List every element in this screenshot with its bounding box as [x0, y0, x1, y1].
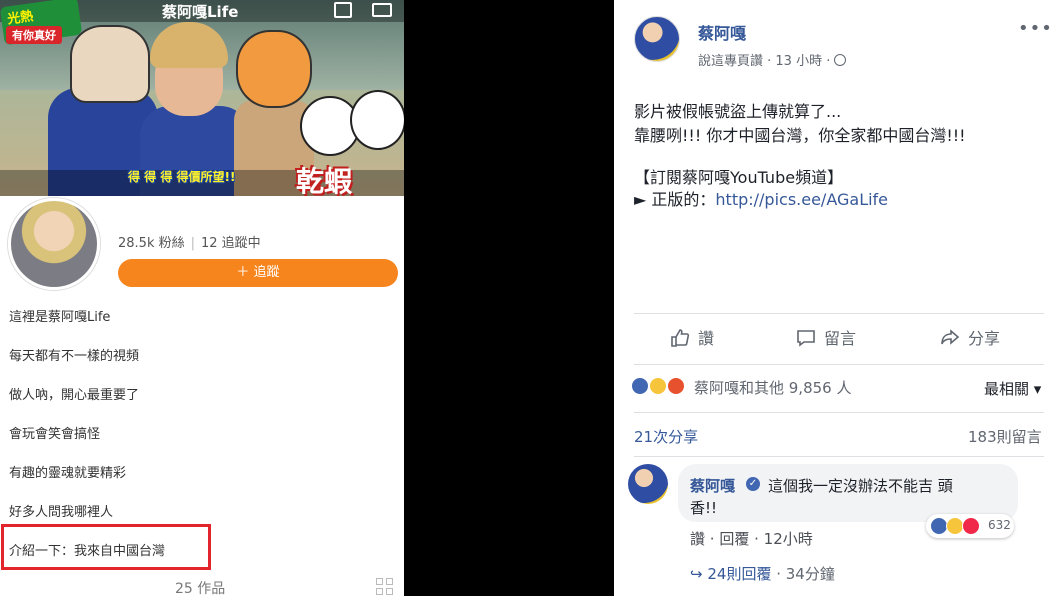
- screenshot-stage: 光熱 有你真好 蔡阿嘎Life 得 得 得 得價所望!! 乾蝦 28.5k 粉絲…: [0, 0, 1060, 596]
- red-highlight-box: [1, 524, 211, 570]
- love-reaction-icon: [962, 517, 980, 535]
- figure-orange-mask: [236, 30, 312, 108]
- share-label: 分享: [968, 329, 1001, 348]
- poster-name[interactable]: 蔡阿嘎: [698, 20, 746, 44]
- fans-count[interactable]: 28.5k 粉絲: [118, 236, 185, 251]
- comment-like-link[interactable]: 讚: [690, 530, 705, 548]
- bio-line: 會玩會笑會搞怪: [9, 427, 101, 442]
- post-line: ► 正版的：http://pics.ee/AGaLife: [634, 186, 888, 210]
- comment-text: 香!!: [690, 499, 718, 517]
- mail-icon[interactable]: [372, 3, 392, 17]
- divider: [634, 456, 1044, 457]
- post-link-prefix: ► 正版的：: [634, 190, 716, 209]
- profile-avatar[interactable]: [8, 198, 100, 290]
- comment-time[interactable]: 12小時: [764, 530, 813, 548]
- replies-count[interactable]: 24則回覆: [707, 565, 771, 583]
- comment-reply-link[interactable]: 回覆: [719, 530, 749, 548]
- reaction-names[interactable]: 蔡阿嘎和其他 9,856 人: [694, 377, 851, 398]
- haha-reaction-icon: [648, 376, 668, 396]
- commenter-avatar[interactable]: [628, 464, 668, 504]
- comment-reactions[interactable]: 632: [926, 514, 1014, 538]
- replies-time: · 34分鐘: [771, 565, 835, 583]
- commenter-name[interactable]: 蔡阿嘎: [690, 475, 735, 496]
- globe-icon: [834, 54, 847, 66]
- facebook-post: 蔡阿嘎 說這專頁讚 · 13 小時 · ••• 影片被假帳號盜上傳就算了... …: [614, 0, 1060, 596]
- post-meta-text[interactable]: 說這專頁讚 · 13 小時 ·: [698, 54, 834, 69]
- post-line: 影片被假帳號盜上傳就算了...: [634, 102, 842, 121]
- follow-button[interactable]: ＋ 追蹤: [118, 259, 398, 287]
- banner-caption: 得 得 得 得價所望!!: [128, 170, 236, 184]
- bio-line: 做人吶，開心最重要了: [9, 388, 140, 403]
- divider: [634, 313, 1044, 314]
- poster-avatar[interactable]: [634, 16, 680, 62]
- profile-banner: 光熱 有你真好 蔡阿嘎Life 得 得 得 得價所望!! 乾蝦: [0, 0, 404, 196]
- like-reaction-icon: [630, 376, 650, 396]
- reply-arrow-icon: ↪: [690, 565, 703, 583]
- angry-reaction-icon: [666, 376, 686, 396]
- cartoon-face-2: [350, 90, 404, 150]
- profile-stats: 28.5k 粉絲 | 12 追蹤中: [118, 236, 261, 251]
- share-button[interactable]: 分享: [940, 325, 1000, 349]
- comment-count[interactable]: 183則留言: [968, 426, 1042, 447]
- profile-panel: 光熱 有你真好 蔡阿嘎Life 得 得 得 得價所望!! 乾蝦 28.5k 粉絲…: [0, 0, 404, 596]
- bio-line: 有趣的靈魂就要精彩: [9, 466, 127, 481]
- sort-dropdown[interactable]: 最相關 ▾: [984, 378, 1041, 399]
- post-line: 靠腰咧!!! 你才中國台灣，你全家都中國台灣!!!: [634, 126, 966, 145]
- figure-mask-head: [70, 25, 150, 103]
- comment-text: 這個我一定沒辦法不能吉 頭: [768, 477, 953, 495]
- like-label: 讚: [698, 329, 715, 348]
- view-replies[interactable]: ↪ 24則回覆 · 34分鐘: [690, 563, 835, 584]
- divider: [634, 412, 1044, 413]
- following-count[interactable]: 12 追蹤中: [201, 236, 261, 251]
- verified-check-icon: ✓: [746, 477, 760, 491]
- thumbs-up-icon: [671, 329, 690, 347]
- comment-icon: [797, 330, 815, 347]
- works-count[interactable]: 25 作品: [175, 578, 225, 596]
- grid-view-icon[interactable]: [376, 578, 394, 596]
- like-button[interactable]: 讚: [670, 325, 714, 349]
- comment-label: 留言: [824, 329, 857, 348]
- banner-big-text: 乾蝦: [296, 165, 353, 196]
- post-line: 【訂閱蔡阿嘎YouTube頻道】: [634, 168, 844, 187]
- post-meta: 說這專頁讚 · 13 小時 ·: [698, 50, 847, 69]
- bio-line: 好多人問我哪裡人: [9, 505, 114, 520]
- bio-line: 這裡是蔡阿嘎Life: [9, 310, 111, 325]
- header-title: 蔡阿嘎Life: [162, 3, 239, 21]
- share-count[interactable]: 21次分享: [634, 426, 698, 447]
- divider: [634, 364, 1044, 365]
- bio-line: 每天都有不一樣的視頻: [9, 349, 140, 364]
- post-link[interactable]: http://pics.ee/AGaLife: [715, 190, 888, 209]
- share-arrow-icon: [941, 329, 960, 345]
- comment-actions: 讚 · 回覆 · 12小時: [690, 530, 813, 548]
- comment-reaction-count: 632: [988, 518, 1011, 532]
- show-logo-sub: 有你真好: [6, 26, 62, 44]
- share-icon[interactable]: [334, 2, 352, 18]
- more-options-icon[interactable]: •••: [1018, 18, 1053, 39]
- comment-button[interactable]: 留言: [796, 325, 856, 349]
